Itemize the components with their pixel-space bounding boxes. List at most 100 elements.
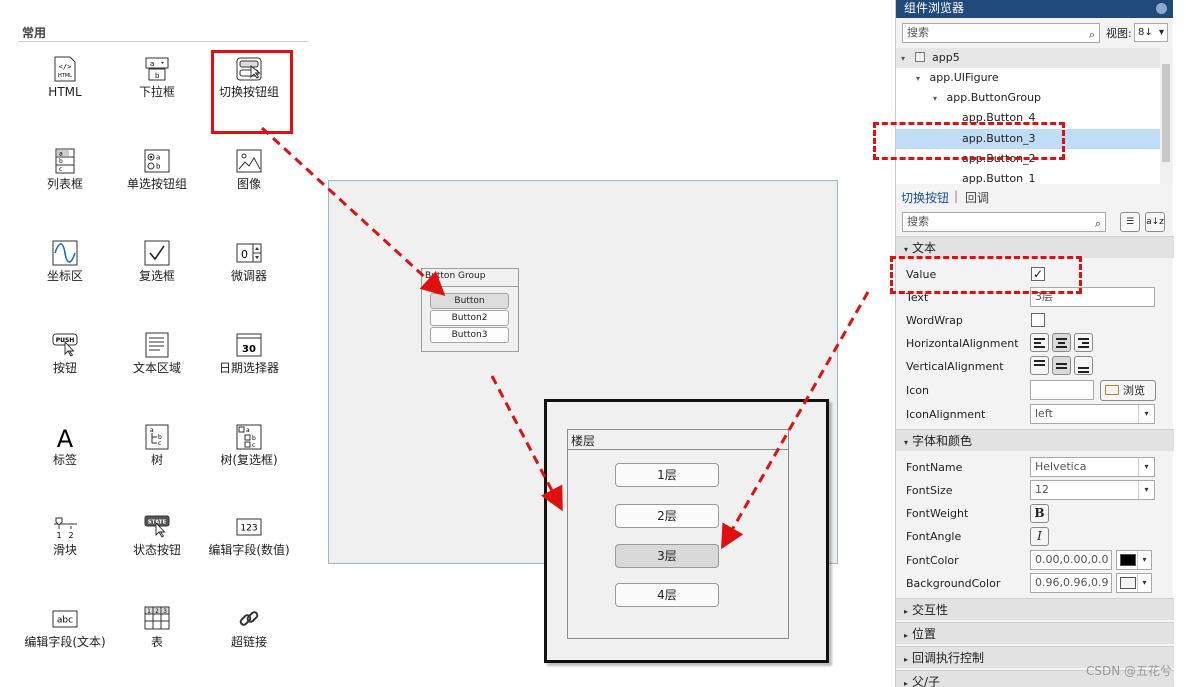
- italic-button[interactable]: I: [1030, 527, 1049, 546]
- component-listbox[interactable]: a b c 列表框: [19, 148, 111, 192]
- fontsize-dropdown[interactable]: 12 ▾: [1030, 480, 1155, 500]
- expand-icon: ▸: [904, 607, 909, 616]
- component-label: 复选框: [138, 269, 175, 283]
- component-browser: 组件浏览器 搜索 ⌕ 视图: 8↓ ▾ ▾ app5 ▾ app.UIFigur…: [895, 0, 1174, 687]
- valign-bottom-button[interactable]: [1074, 356, 1093, 375]
- floor-button-1[interactable]: 1层: [615, 463, 719, 487]
- bgcolor-picker[interactable]: ▾: [1116, 573, 1152, 593]
- component-label: 按钮: [52, 361, 77, 375]
- push-button-icon: PUSH: [52, 333, 78, 357]
- view-mode-dropdown[interactable]: 8↓ ▾: [1134, 23, 1168, 42]
- fontcolor-swatch: [1120, 554, 1136, 566]
- section-position[interactable]: ▸ 位置: [896, 622, 1174, 644]
- align-left-button[interactable]: [1030, 333, 1049, 352]
- property-search-input[interactable]: 搜索 ⌕: [902, 212, 1106, 232]
- search-icon: ⌕: [1094, 217, 1101, 230]
- section-title: 父/子: [912, 675, 941, 687]
- design-button-1[interactable]: Button: [430, 293, 509, 309]
- component-label: 状态按钮: [132, 543, 181, 557]
- button-group-divider: [422, 286, 518, 287]
- prop-bgcolor-label: BackgroundColor: [906, 577, 1001, 590]
- panel-options-icon[interactable]: [1156, 3, 1167, 14]
- fontname-dropdown[interactable]: Helvetica ▾: [1030, 457, 1155, 477]
- component-tree: ▾ app5 ▾ app.UIFigure ▾ app.ButtonGroup …: [896, 48, 1160, 184]
- component-image[interactable]: 图像: [203, 148, 295, 192]
- align-right-button[interactable]: [1074, 333, 1093, 352]
- running-app-preview: 楼层 1层 2层 3层 4层: [544, 399, 829, 663]
- iconalign-dropdown[interactable]: left ▾: [1030, 404, 1155, 424]
- tree-scrollbar[interactable]: [1160, 48, 1172, 184]
- scrollbar-thumb[interactable]: [1162, 64, 1170, 162]
- browse-button[interactable]: 浏览: [1100, 380, 1156, 401]
- component-slider[interactable]: 1 2 滑块: [19, 514, 111, 558]
- component-axes[interactable]: 坐标区: [19, 240, 111, 284]
- fontname-value: Helvetica: [1035, 460, 1087, 473]
- design-button-3[interactable]: Button3: [430, 327, 509, 343]
- wordwrap-checkbox[interactable]: [1031, 313, 1045, 327]
- floor-button-2[interactable]: 2层: [615, 504, 719, 528]
- tab-properties[interactable]: 切换按钮: [901, 189, 949, 206]
- design-button-2[interactable]: Button2: [430, 310, 509, 326]
- component-checkbox-tree[interactable]: a b c 树(复选框): [203, 424, 295, 468]
- tree-node-buttongroup[interactable]: ▾ app.ButtonGroup: [896, 88, 1160, 108]
- component-label-widget[interactable]: A 标签: [19, 424, 111, 468]
- section-title: 文本: [912, 241, 937, 255]
- component-text-area[interactable]: 文本区域: [111, 332, 203, 376]
- folder-icon: [1105, 385, 1119, 395]
- component-text-field[interactable]: abc 编辑字段(文本): [19, 606, 111, 650]
- icon-path-field[interactable]: [1030, 380, 1094, 400]
- component-tree[interactable]: a b c 树: [111, 424, 203, 468]
- chevron-down-icon: ▾: [1138, 405, 1154, 423]
- hyperlink-icon: [239, 611, 259, 626]
- component-push-button[interactable]: PUSH 按钮: [19, 332, 111, 376]
- component-table[interactable]: 1 2 3 表: [111, 606, 203, 650]
- expand-icon[interactable]: ▾: [933, 89, 943, 109]
- svg-text:b: b: [252, 435, 256, 442]
- expand-icon[interactable]: ▾: [901, 49, 911, 69]
- svg-text:0: 0: [241, 248, 248, 261]
- svg-text:a: a: [246, 427, 250, 434]
- expand-icon: ▸: [904, 679, 909, 687]
- component-numeric-field[interactable]: 123 编辑字段(数值): [203, 514, 295, 558]
- bold-button[interactable]: B: [1030, 504, 1049, 523]
- floor-button-4[interactable]: 4层: [615, 583, 719, 607]
- tree-node-app[interactable]: ▾ app5: [896, 48, 1160, 68]
- group-view-button[interactable]: ☰: [1120, 212, 1140, 232]
- section-text[interactable]: ▾ 文本: [896, 236, 1174, 258]
- fontcolor-field[interactable]: 0.00,0.00,0.0: [1030, 550, 1112, 570]
- tree-search-input[interactable]: 搜索 ⌕: [902, 23, 1100, 43]
- tree-search-placeholder: 搜索: [907, 26, 929, 39]
- date-picker-icon: 30: [236, 333, 262, 357]
- svg-text:b: b: [155, 72, 160, 80]
- section-font-color[interactable]: ▾ 字体和颜色: [896, 429, 1174, 451]
- component-html[interactable]: </> HTML HTML: [19, 56, 111, 100]
- sort-alpha-button[interactable]: a↓z: [1145, 212, 1165, 232]
- component-hyperlink[interactable]: 超链接: [203, 606, 295, 650]
- component-label: 微调器: [230, 269, 267, 283]
- section-interactivity[interactable]: ▸ 交互性: [896, 598, 1174, 620]
- button-group-design[interactable]: Button Group Button Button2 Button3: [421, 268, 519, 352]
- tab-callbacks[interactable]: 回调: [965, 189, 989, 206]
- component-state-button[interactable]: STATE 状态按钮: [111, 514, 203, 558]
- fontcolor-picker[interactable]: ▾: [1116, 550, 1152, 570]
- bgcolor-value: 0.96,0.96,0.9: [1035, 576, 1109, 589]
- component-date-picker[interactable]: 30 日期选择器: [203, 332, 295, 376]
- component-radio-group[interactable]: a b 单选按钮组: [111, 148, 203, 192]
- align-center-button[interactable]: [1052, 333, 1071, 352]
- valign-top-button[interactable]: [1030, 356, 1049, 375]
- tree-node-uifigure[interactable]: ▾ app.UIFigure: [896, 68, 1160, 88]
- tree-node-label: app5: [932, 51, 960, 64]
- component-spinner[interactable]: 0 微调器: [203, 240, 295, 284]
- component-dropdown[interactable]: a b 下拉框: [111, 56, 203, 100]
- view-label: 视图:: [1106, 27, 1132, 40]
- component-label: 标签: [52, 453, 77, 467]
- tree-node-button-1[interactable]: app.Button_1: [896, 169, 1160, 184]
- list-icon: ☰: [1125, 217, 1135, 227]
- valign-middle-button[interactable]: [1052, 356, 1071, 375]
- expand-icon[interactable]: ▾: [916, 69, 926, 89]
- svg-text:a: a: [150, 427, 154, 434]
- component-checkbox[interactable]: 复选框: [111, 240, 203, 284]
- bgcolor-field[interactable]: 0.96,0.96,0.9: [1030, 573, 1112, 593]
- floor-button-3[interactable]: 3层: [615, 544, 719, 568]
- chevron-down-icon: ▾: [1137, 574, 1151, 592]
